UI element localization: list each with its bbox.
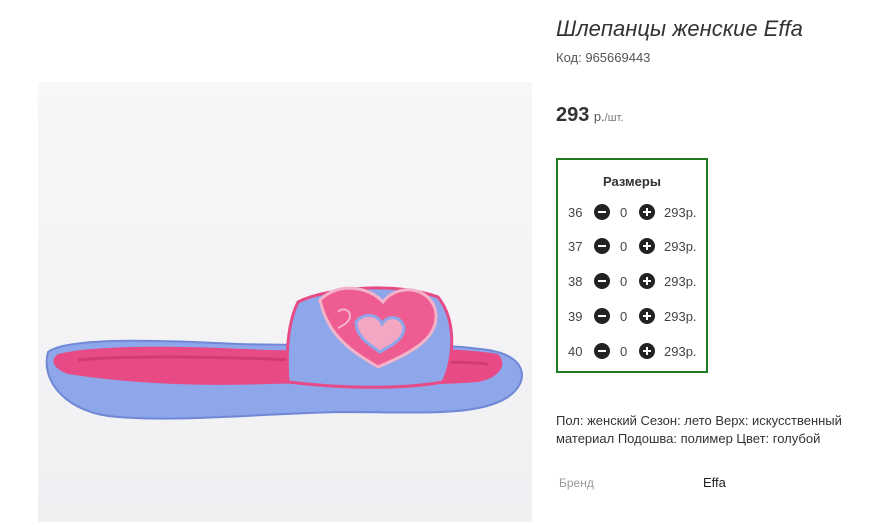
brand-label: Бренд bbox=[559, 476, 594, 490]
plus-icon[interactable] bbox=[639, 238, 655, 254]
minus-icon[interactable] bbox=[594, 273, 610, 289]
size-row-36: 36 0 293р. bbox=[558, 202, 706, 222]
size-quantity: 0 bbox=[620, 205, 628, 220]
plus-icon[interactable] bbox=[639, 308, 655, 324]
minus-icon[interactable] bbox=[594, 204, 610, 220]
product-code-value: 965669443 bbox=[585, 50, 651, 65]
product-code: Код: 965669443 bbox=[556, 50, 650, 65]
size-price: 293р. bbox=[664, 309, 697, 324]
product-title: Шлепанцы женские Effa bbox=[556, 16, 803, 41]
product-price: 293 р./шт. bbox=[556, 104, 623, 127]
size-label: 37 bbox=[568, 239, 583, 254]
product-description: Пол: женский Сезон: лето Верх: искусстве… bbox=[556, 413, 842, 446]
size-label: 36 bbox=[568, 205, 583, 220]
size-label: 40 bbox=[568, 344, 583, 359]
size-price: 293р. bbox=[664, 344, 697, 359]
size-quantity: 0 bbox=[620, 239, 628, 254]
brand-value[interactable]: Effa bbox=[703, 475, 726, 490]
size-row-38: 38 0 293р. bbox=[558, 271, 706, 291]
minus-icon[interactable] bbox=[594, 238, 610, 254]
size-price: 293р. bbox=[664, 239, 697, 254]
size-label: 39 bbox=[568, 309, 583, 324]
sandal-illustration bbox=[45, 286, 523, 420]
plus-icon[interactable] bbox=[639, 273, 655, 289]
size-price: 293р. bbox=[664, 274, 697, 289]
minus-icon[interactable] bbox=[594, 308, 610, 324]
sizes-panel: Размеры 36 0 293р. 37 0 293р. 38 0 293р.… bbox=[556, 158, 708, 373]
price-currency: р. bbox=[593, 109, 605, 124]
size-price: 293р. bbox=[664, 205, 697, 220]
size-label: 38 bbox=[568, 274, 583, 289]
sizes-title: Размеры bbox=[603, 174, 661, 189]
product-image[interactable] bbox=[38, 82, 532, 522]
minus-icon[interactable] bbox=[594, 343, 610, 359]
size-quantity: 0 bbox=[620, 344, 628, 359]
plus-icon[interactable] bbox=[639, 204, 655, 220]
size-row-40: 40 0 293р. bbox=[558, 341, 706, 361]
size-row-37: 37 0 293р. bbox=[558, 236, 706, 256]
size-quantity: 0 bbox=[620, 274, 628, 289]
price-unit: /шт. bbox=[604, 112, 624, 124]
size-row-39: 39 0 293р. bbox=[558, 306, 706, 326]
size-quantity: 0 bbox=[620, 309, 628, 324]
product-code-label: Код: bbox=[556, 50, 582, 65]
plus-icon[interactable] bbox=[639, 343, 655, 359]
price-value: 293 bbox=[556, 104, 590, 126]
